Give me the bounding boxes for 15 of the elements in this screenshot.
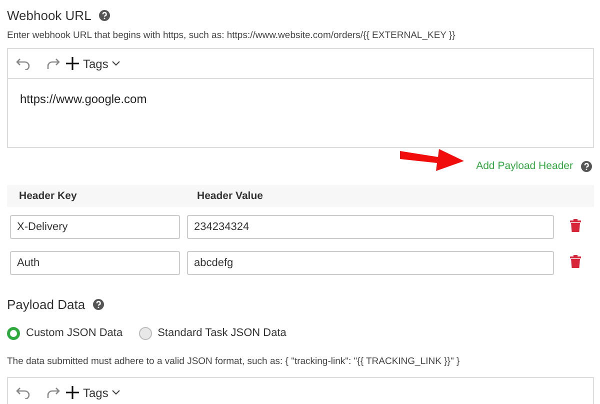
hint-text: The data submitted must adhere to a valid JSON format, such as: { "tracking-link": "{{ TRACKING_LINK }}" } (7, 356, 461, 367)
section-title: Payload Data (7, 296, 86, 312)
tags-button[interactable]: Tags (66, 386, 120, 400)
header-value-field[interactable]: abcdefg (187, 251, 554, 275)
radio-option[interactable]: Standard Task JSON Data (138, 326, 286, 340)
url-editor[interactable]: https://www.google.com (8, 79, 593, 147)
hint-text: Enter webhook URL that begins with https, such as: https://www.website.com/orders/{{ EXTERNAL_KEY }} (7, 30, 456, 41)
header-key-field[interactable]: X-Delivery (10, 215, 180, 239)
tags-button[interactable]: Tags (66, 56, 120, 70)
column-header: Header Key (19, 190, 78, 202)
header-value-field[interactable]: 234234324 (187, 215, 554, 239)
header-key-field[interactable]: Auth (10, 251, 180, 275)
section-title: Webhook URL (7, 8, 92, 22)
column-header: Header Value (197, 190, 264, 202)
radio-option[interactable]: Custom JSON Data (7, 326, 123, 340)
